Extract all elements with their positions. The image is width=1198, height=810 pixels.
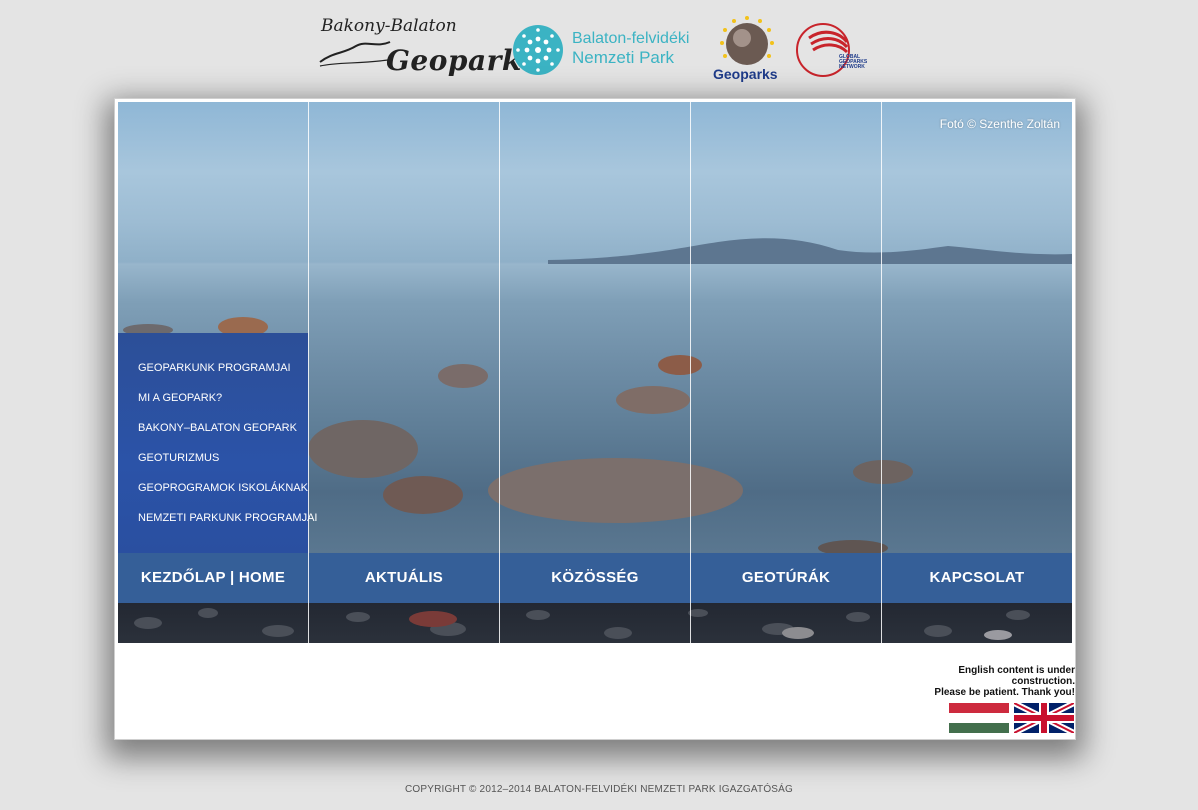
column-divider	[881, 102, 882, 643]
left-menu-panel: GEOPARKUNK PROGRAMJAI MI A GEOPARK? BAKO…	[118, 333, 317, 553]
rock-image	[383, 476, 463, 514]
english-notice: English content is under construction. P…	[915, 665, 1075, 698]
left-menu-item-national-park-programs[interactable]: NEMZETI PARKUNK PROGRAMJAI	[138, 511, 317, 541]
national-park-logo[interactable]: Balaton-felvidéki Nemzeti Park	[512, 24, 697, 78]
flower-emblem-icon	[513, 25, 563, 75]
column-divider	[499, 102, 500, 643]
nav-home[interactable]: KEZDŐLAP | HOME	[118, 553, 308, 603]
left-menu-item-geopark-programs[interactable]: GEOPARKUNK PROGRAMJAI	[138, 361, 317, 391]
rock-image	[308, 420, 418, 478]
uk-flag-icon[interactable]	[1012, 700, 1076, 736]
column-divider	[690, 102, 691, 643]
column-divider	[308, 102, 309, 643]
bakony-balaton-geopark-logo[interactable]: Bakony-Balaton Geopark	[318, 14, 521, 84]
photo-credit: Fotó © Szenthe Zoltán	[939, 117, 1060, 131]
main-frame: Fotó © Szenthe Zoltán GEOPARKUNK PROGRAM…	[114, 98, 1076, 740]
main-navigation: KEZDŐLAP | HOME AKTUÁLIS KÖZÖSSÉG GEOTÚR…	[118, 553, 1072, 603]
copyright-text: COPYRIGHT © 2012–2014 BALATON-FELVIDÉKI …	[404, 784, 794, 795]
left-menu-item-bakony-balaton-geopark[interactable]: BAKONY–BALATON GEOPARK	[138, 421, 317, 451]
nav-geotours[interactable]: GEOTÚRÁK	[691, 553, 881, 603]
nav-news[interactable]: AKTUÁLIS	[309, 553, 499, 603]
european-geoparks-logo[interactable]: Geoparks	[710, 14, 785, 84]
rock-image	[616, 386, 690, 414]
rock-image	[488, 458, 743, 523]
nav-contact[interactable]: KAPCSOLAT	[882, 553, 1072, 603]
logo-text-geopark: Geopark	[386, 44, 522, 77]
nav-community[interactable]: KÖZÖSSÉG	[500, 553, 690, 603]
hero-banner: Fotó © Szenthe Zoltán GEOPARKUNK PROGRAM…	[118, 102, 1072, 643]
left-menu-item-geotourism[interactable]: GEOTURIZMUS	[138, 451, 317, 481]
notice-line: English content is under	[958, 665, 1075, 676]
hungarian-flag-icon[interactable]	[949, 703, 1009, 733]
eu-stars-globe-icon	[720, 16, 774, 65]
global-geoparks-network-logo[interactable]: GLOBAL GEOPARKS NETWORK	[795, 20, 875, 80]
rock-image	[438, 364, 488, 388]
global-network-swirl-icon	[796, 23, 850, 77]
notice-line: construction.	[1011, 676, 1075, 687]
rock-image	[658, 355, 702, 375]
notice-line: Please be patient. Thank you!	[934, 687, 1075, 698]
logo-text-geoparks: Geoparks	[713, 66, 778, 82]
logo-text-nemzeti-park: Nemzeti Park	[572, 48, 675, 67]
rock-image	[853, 460, 913, 484]
pebbles-graphic	[134, 608, 1030, 640]
pebble-strip	[118, 603, 1072, 643]
left-menu-item-what-is-geopark[interactable]: MI A GEOPARK?	[138, 391, 317, 421]
logo-text-global-geoparks: GLOBAL GEOPARKS NETWORK	[839, 54, 868, 70]
left-menu: GEOPARKUNK PROGRAMJAI MI A GEOPARK? BAKO…	[138, 361, 317, 541]
distant-hill-graphic	[548, 238, 1072, 264]
left-menu-item-school-programs[interactable]: GEOPROGRAMOK ISKOLÁKNAK	[138, 481, 317, 511]
logo-text-balaton-felvideki: Balaton-felvidéki	[572, 30, 690, 47]
